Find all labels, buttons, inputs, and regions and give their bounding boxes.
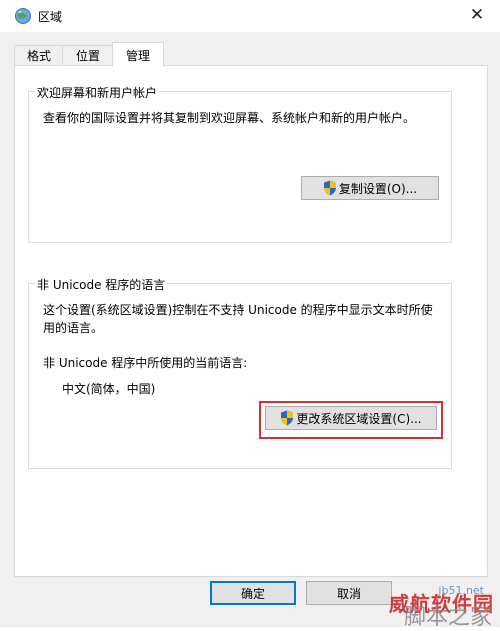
current-language-value: 中文(简体，中国) bbox=[62, 382, 156, 396]
welcome-screen-group: 欢迎屏幕和新用户帐户 查看你的国际设置并将其复制到欢迎屏幕、系统帐户和新的用户帐… bbox=[28, 84, 452, 243]
group-legend: 欢迎屏幕和新用户帐户 bbox=[35, 84, 160, 101]
title-bar: 区域 ✕ bbox=[0, 0, 500, 32]
button-label: 更改系统区域设置(C)... bbox=[296, 411, 422, 426]
tab-location[interactable]: 位置 bbox=[62, 45, 114, 66]
welcome-description: 查看你的国际设置并将其复制到欢迎屏幕、系统帐户和新的用户帐户。 bbox=[43, 111, 416, 125]
tab-label: 格式 bbox=[26, 49, 51, 63]
globe-icon bbox=[15, 8, 31, 24]
tab-administrative[interactable]: 管理 bbox=[112, 42, 164, 67]
ok-button[interactable]: 确定 bbox=[210, 581, 296, 605]
tab-format[interactable]: 格式 bbox=[14, 45, 64, 66]
non-unicode-description-line2: 用的语言。 bbox=[43, 321, 104, 335]
non-unicode-group: 非 Unicode 程序的语言 这个设置(系统区域设置)控制在不支持 Unico… bbox=[28, 276, 452, 469]
uac-shield-icon bbox=[323, 180, 336, 196]
tab-panel-administrative: 欢迎屏幕和新用户帐户 查看你的国际设置并将其复制到欢迎屏幕、系统帐户和新的用户帐… bbox=[14, 65, 488, 577]
close-button[interactable]: ✕ bbox=[454, 0, 500, 30]
tab-label: 位置 bbox=[75, 49, 100, 63]
uac-shield-icon bbox=[281, 410, 294, 426]
copy-settings-button[interactable]: 复制设置(O)... bbox=[301, 176, 439, 200]
change-system-locale-button[interactable]: 更改系统区域设置(C)... bbox=[265, 406, 437, 430]
button-label: 取消 bbox=[336, 586, 361, 601]
button-label: 确定 bbox=[240, 586, 265, 601]
dialog-body: 格式 位置 管理 欢迎屏幕和新用户帐户 查看你的国际设置并将其复制到欢迎屏幕、系… bbox=[0, 32, 500, 630]
group-legend: 非 Unicode 程序的语言 bbox=[35, 276, 168, 293]
tab-label: 管理 bbox=[125, 49, 150, 63]
current-language-label: 非 Unicode 程序中所使用的当前语言: bbox=[43, 356, 248, 370]
cancel-button[interactable]: 取消 bbox=[306, 581, 392, 605]
watermark-brand-secondary: 脚本之家 bbox=[403, 605, 492, 630]
window-title: 区域 bbox=[38, 10, 63, 24]
non-unicode-description-line1: 这个设置(系统区域设置)控制在不支持 Unicode 的程序中显示文本时所使 bbox=[43, 303, 433, 317]
close-icon: ✕ bbox=[469, 5, 485, 25]
button-label: 复制设置(O)... bbox=[338, 181, 418, 196]
